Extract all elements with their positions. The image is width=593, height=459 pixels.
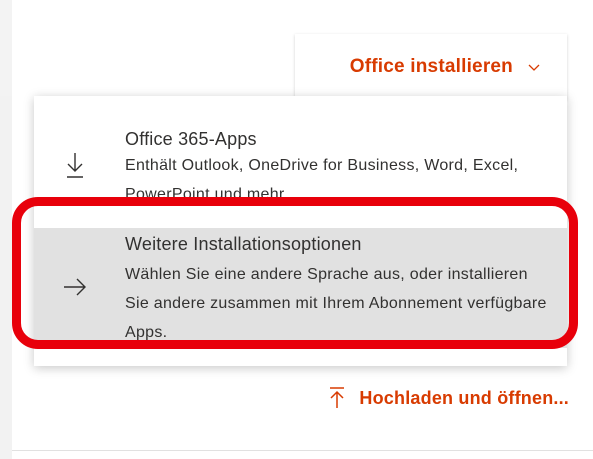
- install-office-label: Office installieren: [349, 56, 513, 77]
- upload-arrow-icon: [330, 387, 345, 408]
- menu-item-office-365-apps[interactable]: Office 365-Apps Enthält Outlook, OneDriv…: [34, 96, 567, 206]
- upload-and-open-link[interactable]: Hochladen und öffnen...: [327, 386, 569, 410]
- download-arrow-icon: [67, 153, 83, 178]
- upload-and-open-label: Hochladen und öffnen...: [359, 387, 569, 408]
- menu-item-description: Wählen Sie eine andere Sprache aus, oder…: [125, 266, 547, 341]
- chevron-down-icon: [528, 64, 540, 71]
- divider: [12, 450, 593, 451]
- arrow-right-icon: [64, 278, 86, 296]
- install-options-menu: Office 365-Apps Enthält Outlook, OneDriv…: [34, 96, 567, 366]
- menu-item-description: Enthält Outlook, OneDrive for Business, …: [125, 157, 519, 203]
- menu-item-more-install-options[interactable]: Weitere Installationsoptionen Wählen Sie…: [34, 228, 567, 348]
- menu-item-title: Office 365-Apps: [125, 129, 257, 149]
- menu-item-title: Weitere Installationsoptionen: [125, 234, 362, 254]
- install-office-button[interactable]: Office installieren: [295, 34, 567, 100]
